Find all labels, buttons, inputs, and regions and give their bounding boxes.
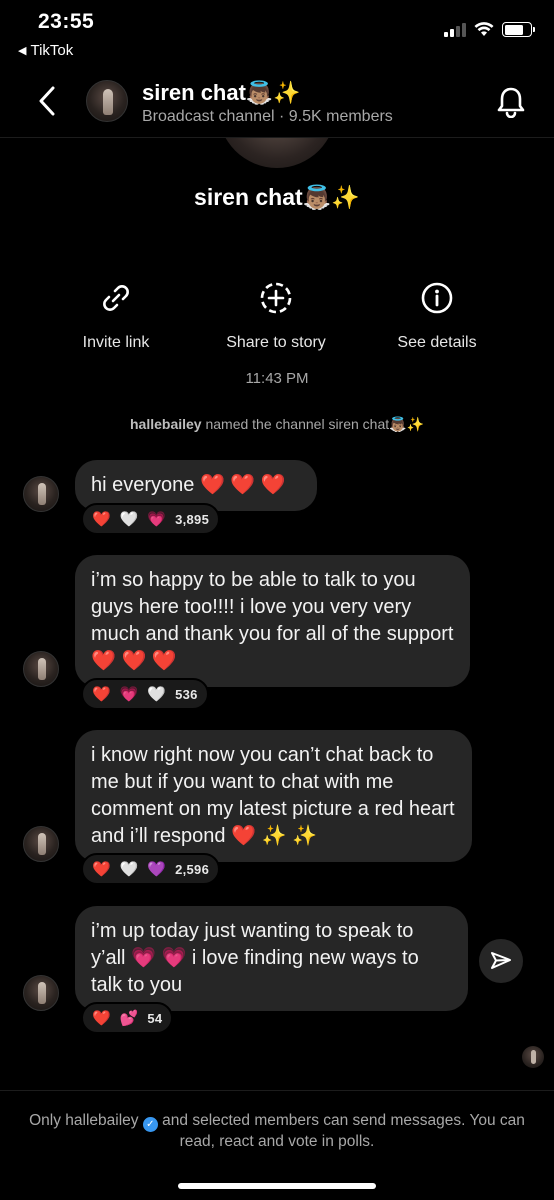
sender-avatar[interactable] bbox=[23, 826, 59, 862]
chevron-left-icon bbox=[39, 86, 55, 116]
back-triangle-icon: ◀ bbox=[18, 45, 27, 57]
reaction-emoji: 💗 bbox=[147, 510, 167, 528]
status-bar: 23:55 ◀ TikTok bbox=[0, 0, 554, 68]
send-icon bbox=[491, 952, 511, 969]
add-story-icon bbox=[260, 282, 292, 314]
sender-avatar[interactable] bbox=[23, 975, 59, 1011]
channel-header: siren chat👼🏽✨ Broadcast channel · 9.5K m… bbox=[0, 68, 554, 138]
link-icon bbox=[103, 285, 129, 311]
invite-link-label: Invite link bbox=[82, 334, 150, 351]
back-button[interactable] bbox=[32, 84, 62, 118]
info-icon bbox=[421, 282, 453, 314]
channel-title[interactable]: siren chat👼🏽✨ bbox=[142, 80, 301, 106]
invite-link-button[interactable]: Invite link bbox=[36, 280, 196, 352]
cellular-signal-icon bbox=[444, 22, 466, 37]
home-indicator[interactable] bbox=[178, 1183, 376, 1189]
reaction-emoji: ❤️ bbox=[92, 510, 111, 528]
notifications-button[interactable] bbox=[496, 86, 526, 119]
profile-channel-name: siren chat👼🏽✨ bbox=[194, 184, 360, 210]
composer-restricted-footer: Only hallebailey ✓ and selected members … bbox=[0, 1090, 554, 1200]
message-bubble[interactable]: i know right now you can’t chat back to … bbox=[75, 730, 472, 862]
reaction-emoji: ❤️ bbox=[92, 685, 111, 703]
system-message-text: named the channel siren chat👼🏽✨ bbox=[201, 416, 425, 432]
reaction-emoji: 💕 bbox=[119, 1009, 139, 1027]
channel-subtitle: Broadcast channel · 9.5K members bbox=[142, 108, 393, 125]
reactions-pill[interactable]: ❤️ 🤍 💜 2,596 bbox=[81, 853, 221, 885]
reaction-emoji: 🤍 bbox=[147, 685, 167, 703]
footer-notice-start: Only hallebailey bbox=[29, 1112, 139, 1129]
share-to-story-label: Share to story bbox=[226, 334, 326, 351]
back-app-label: TikTok bbox=[30, 42, 74, 59]
reaction-emoji: ❤️ bbox=[92, 860, 111, 878]
reaction-emoji: 🤍 bbox=[119, 860, 139, 878]
share-message-button[interactable] bbox=[479, 939, 523, 983]
share-to-story-button[interactable]: Share to story bbox=[196, 280, 356, 352]
channel-avatar[interactable] bbox=[86, 80, 128, 122]
see-details-button[interactable]: See details bbox=[357, 280, 517, 352]
battery-icon bbox=[502, 22, 535, 37]
reactions-pill[interactable]: ❤️ 💗 🤍 536 bbox=[81, 678, 209, 710]
reactions-pill[interactable]: ❤️ 🤍 💗 3,895 bbox=[81, 503, 221, 535]
seen-by-avatar bbox=[522, 1046, 544, 1068]
message-bubble[interactable]: i’m up today just wanting to speak to y’… bbox=[75, 906, 468, 1011]
channel-actions: Invite link Share to story See details bbox=[0, 280, 554, 360]
see-details-label: See details bbox=[397, 334, 477, 351]
message-timestamp: 11:43 PM bbox=[245, 370, 309, 387]
back-to-app-link[interactable]: ◀ TikTok bbox=[18, 42, 73, 59]
reaction-emoji: 💜 bbox=[147, 860, 167, 878]
footer-notice-end: and selected members can send messages. … bbox=[157, 1112, 525, 1150]
reaction-emoji: ❤️ bbox=[92, 1009, 111, 1027]
reaction-count: 536 bbox=[175, 686, 198, 702]
reaction-emoji: 🤍 bbox=[119, 510, 139, 528]
wifi-icon bbox=[474, 22, 494, 36]
bell-icon bbox=[497, 87, 525, 119]
reaction-count: 2,596 bbox=[175, 861, 210, 877]
message-bubble[interactable]: i’m so happy to be able to talk to you g… bbox=[75, 555, 470, 687]
footer-notice: Only hallebailey ✓ and selected members … bbox=[22, 1111, 532, 1152]
verified-badge-icon: ✓ bbox=[142, 1117, 158, 1132]
system-message: hallebailey named the channel siren chat… bbox=[0, 416, 554, 433]
sender-avatar[interactable] bbox=[23, 651, 59, 687]
reaction-emoji: 💗 bbox=[119, 685, 139, 703]
reaction-count: 3,895 bbox=[175, 511, 210, 527]
status-icons bbox=[444, 22, 535, 37]
status-time: 23:55 bbox=[38, 10, 95, 33]
reaction-count: 54 bbox=[147, 1010, 163, 1026]
reactions-pill[interactable]: ❤️ 💕 54 bbox=[81, 1002, 174, 1034]
system-message-user[interactable]: hallebailey bbox=[130, 416, 202, 432]
sender-avatar[interactable] bbox=[23, 476, 59, 512]
